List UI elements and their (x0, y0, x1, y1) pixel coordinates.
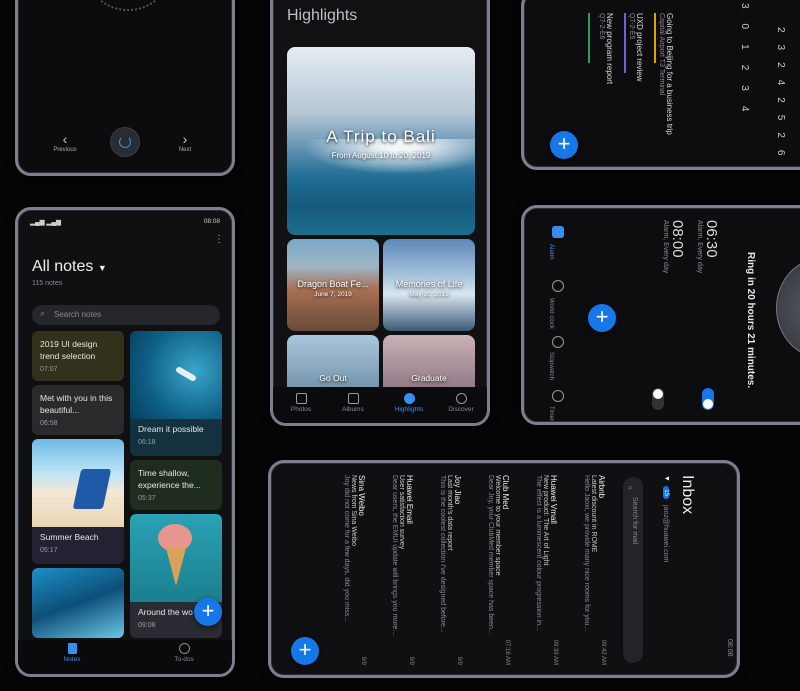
tab-notes[interactable]: Notes (52, 643, 92, 663)
tab-discover[interactable]: Discover (441, 393, 481, 413)
chevron-down-icon: ▼ (663, 475, 670, 482)
signal-icon: ▂▄▆ ▂▄▆ (30, 219, 62, 226)
note-card[interactable]: 2019 UI design trend selection 07:07 (32, 331, 124, 381)
note-card[interactable]: Met with you in this beautiful... 06:58 (32, 385, 124, 435)
message-item[interactable]: Huawei Vmall 09:39 AM New product: The A… (535, 475, 558, 665)
check-circle-icon (178, 643, 190, 654)
tab-albums[interactable]: Albums (333, 393, 373, 413)
album-card[interactable]: Graduate (383, 335, 475, 395)
next-button[interactable]: › Next (168, 131, 202, 153)
alarm-toggle[interactable] (652, 388, 664, 410)
unread-badge: 15 (663, 486, 669, 500)
notes-phone: ▂▄▆ ▂▄▆ 08:08 ⋮ All notes ▼ 115 notes ⌕ … (15, 207, 235, 677)
add-alarm-button[interactable]: + (588, 304, 616, 332)
chevron-left-icon: ‹ (62, 131, 68, 147)
bottom-tabbar: Notes To-dos (18, 640, 232, 674)
globe-icon[interactable] (552, 280, 564, 292)
power-icon (119, 136, 131, 148)
player-phone: ‹ Previous › Next (15, 0, 235, 176)
search-icon: ⌕ (628, 483, 633, 492)
power-button[interactable] (110, 127, 140, 157)
chevron-right-icon: › (182, 131, 188, 147)
search-icon: ⌕ (40, 308, 46, 318)
message-item[interactable]: Sina Weibo 9/9 News from Sina Weibo Joy … (343, 475, 366, 665)
note-card[interactable]: Summer Beach 05:17 (32, 439, 124, 564)
alarm-item[interactable]: 06:30 Alarm, Every day (696, 220, 720, 310)
boat-image (130, 331, 222, 419)
compose-button[interactable]: + (291, 637, 319, 665)
status-time: 08:08 (203, 218, 220, 225)
chevron-down-icon: ▼ (97, 263, 107, 273)
note-card[interactable]: Dream it possible 06:18 (130, 331, 222, 456)
clock-phone: Alarm World clock Stopwatch Timer 06:30 … (521, 205, 800, 425)
page-title[interactable]: All notes ▼ (32, 258, 107, 276)
timer-icon[interactable] (552, 390, 564, 402)
event-color-bar (588, 13, 590, 63)
gallery-phone: Highlights A Trip to Bali From August 10… (270, 0, 490, 426)
alarm-toggle[interactable] (702, 388, 714, 410)
calendar-day-column: 232425262728 (775, 27, 786, 168)
event-item[interactable]: Going to Beijing for a business trip Cap… (658, 13, 674, 153)
tab-photos[interactable]: Photos (281, 393, 321, 413)
message-item[interactable]: Airbnb 09:42 AM Latest discount in ROME … (583, 475, 606, 665)
message-item[interactable]: Huawei Email 9/9 User satisfaction surve… (391, 475, 414, 665)
dial-arc (88, 0, 168, 11)
more-icon[interactable]: ⋮ (214, 234, 224, 245)
clock-sidebar: Alarm World clock Stopwatch Timer (544, 218, 584, 421)
event-color-bar (624, 13, 626, 73)
album-card[interactable]: Dragon Boat Fe... June 7, 2019 (287, 239, 379, 331)
calendar-day-column: 301234 (739, 3, 750, 127)
message-item[interactable]: Club Med 07:16 AM Welcome to your member… (487, 475, 510, 665)
alarm-item[interactable]: 08:00 Alarm, Every day (662, 220, 686, 310)
search-input[interactable]: ⌕ Search notes (32, 305, 220, 325)
notes-count: 115 notes (32, 280, 63, 287)
mail-phone: Inbox ▼ 15 jaoz@huawei.com ⌕ Search for … (268, 460, 740, 678)
note-card[interactable]: Time shallow, experience the... 05:37 (130, 460, 222, 510)
bottom-tabbar: Photos Albums Highlights Discover (273, 387, 487, 423)
calendar-phone: Going to Beijing for a business trip Cap… (521, 0, 800, 170)
stopwatch-icon[interactable] (552, 336, 564, 348)
album-card[interactable]: Go Out (287, 335, 379, 395)
previous-button[interactable]: ‹ Previous (48, 131, 82, 153)
account-email: jaoz@huawei.com (662, 505, 669, 563)
icecream-image (130, 514, 222, 602)
tab-alarm[interactable] (552, 226, 564, 238)
notes-icon (67, 643, 77, 654)
search-input[interactable]: ⌕ Search for mail (623, 477, 643, 663)
add-event-button[interactable]: + (550, 131, 578, 159)
add-note-button[interactable]: + (194, 598, 222, 626)
hero-card[interactable]: A Trip to Bali From August 10 to 20, 201… (287, 47, 475, 235)
note-card[interactable] (32, 568, 124, 638)
page-title: Highlights (287, 7, 358, 24)
event-color-bar (654, 13, 656, 63)
ring-countdown: Ring in 20 hours 21 minutes. (745, 252, 756, 389)
tab-todos[interactable]: To-dos (164, 643, 204, 663)
event-item[interactable]: UXD project review Q7-2-E5 (628, 13, 644, 103)
album-icon (347, 393, 359, 404)
event-item[interactable]: New program report Q7-2-E6 (598, 13, 614, 103)
status-time: 08:08 (726, 639, 733, 657)
message-item[interactable]: Joy Jiao 9/9 Last month's data report Th… (439, 475, 462, 665)
highlights-icon (403, 393, 415, 404)
photo-icon (295, 393, 307, 404)
beach-image (32, 439, 124, 527)
tab-highlights[interactable]: Highlights (387, 393, 431, 413)
clock-face (776, 258, 800, 358)
time-text: 09:42 AM (600, 639, 606, 665)
discover-icon (455, 393, 467, 404)
album-card[interactable]: Memories of Life May 20, 2019 (383, 239, 475, 331)
status-bar: ▂▄▆ ▂▄▆ 08:08 (30, 218, 220, 226)
